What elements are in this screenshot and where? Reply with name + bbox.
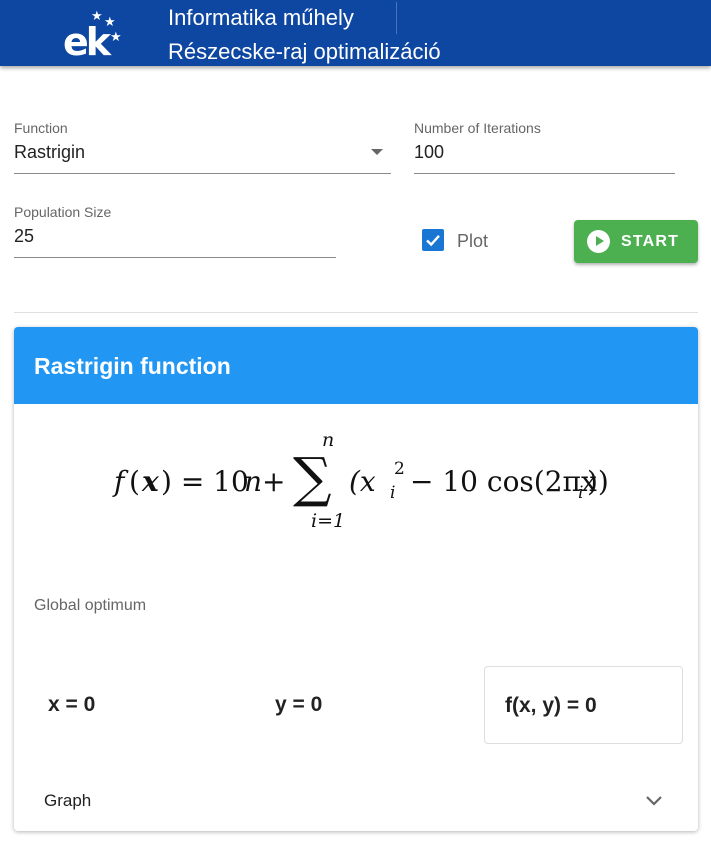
check-icon [426, 234, 440, 247]
optimum-y: y = 0 [275, 693, 323, 716]
population-field[interactable]: Population Size 25 [14, 204, 336, 258]
divider [14, 312, 698, 313]
ek-logo: ★ ★ ★ ek [60, 6, 130, 62]
graph-expander[interactable]: Graph [14, 781, 698, 821]
play-circle-icon [587, 230, 610, 253]
plot-checkbox[interactable] [422, 229, 444, 251]
iterations-value: 100 [414, 142, 445, 162]
population-label: Population Size [14, 204, 112, 220]
optimum-y-box: y = 0 [257, 666, 453, 744]
chevron-down-icon [646, 796, 662, 806]
rastrigin-formula: f ( x ) = 10 n + n ∑ i=1 (x 2 i − 10 cos… [114, 429, 609, 532]
start-button[interactable]: START [574, 220, 698, 263]
function-select[interactable]: Function Rastrigin [14, 120, 391, 174]
dropdown-arrow-icon [371, 149, 383, 155]
function-value: Rastrigin [14, 142, 86, 162]
app-subtitle: Részecske-raj optimalizáció [168, 39, 441, 64]
header-divider [396, 2, 397, 34]
optimum-label: Global optimum [34, 597, 147, 614]
iterations-label: Number of Iterations [414, 120, 541, 136]
population-value: 25 [14, 226, 35, 246]
logo-text: ek [63, 20, 111, 64]
app-title: Informatika műhely [168, 5, 354, 30]
card-title: Rastrigin function [34, 353, 231, 379]
optimum-f-box: f(x, y) = 0 [484, 666, 683, 744]
optimum-x: x = 0 [48, 693, 96, 716]
sigma-symbol: ∑ [293, 446, 332, 509]
graph-label: Graph [44, 791, 92, 810]
function-card: Rastrigin function f ( x ) = 10 n + n ∑ … [14, 327, 698, 831]
start-label: START [621, 233, 680, 250]
plot-label[interactable]: Plot [457, 230, 488, 252]
function-label: Function [14, 120, 68, 136]
app-header: ★ ★ ★ ek Informatika műhely Részecske-ra… [0, 0, 711, 66]
optimum-x-box: x = 0 [34, 666, 230, 744]
card-header: Rastrigin function [14, 327, 698, 404]
optimum-f: f(x, y) = 0 [505, 694, 597, 717]
star-icon: ★ [110, 29, 122, 44]
iterations-field[interactable]: Number of Iterations 100 [414, 120, 675, 174]
